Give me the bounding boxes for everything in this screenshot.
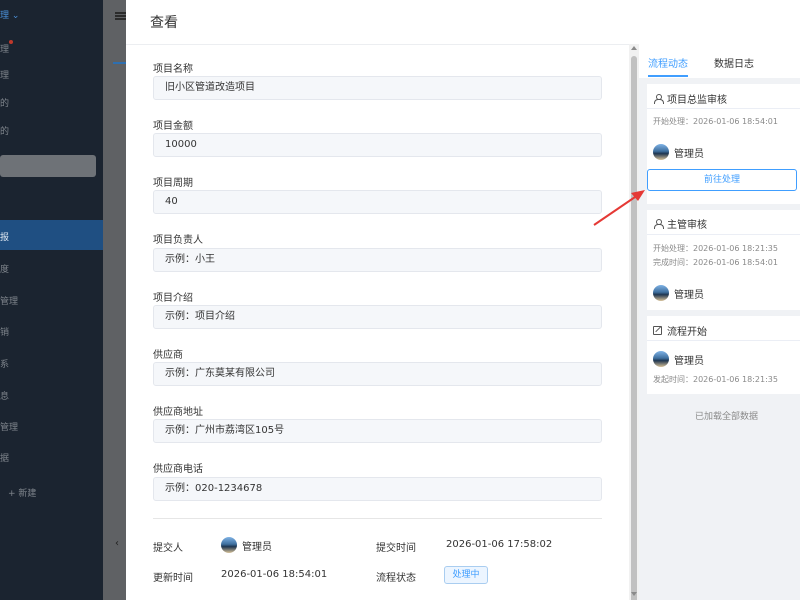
bg-menu-item: 系 bbox=[0, 360, 10, 370]
submit-time: 2026-01-06 17:58:02 bbox=[446, 539, 553, 550]
field-intro[interactable]: 示例：项目介绍 bbox=[153, 305, 602, 329]
background-sidebar: 理 ⌄ 理 理 的 的 报 度 管理 销 系 息 管理 据 + 新建 bbox=[0, 0, 103, 600]
step-user: 管理员 bbox=[653, 351, 704, 367]
card-divider bbox=[647, 234, 800, 235]
form-divider bbox=[153, 518, 602, 519]
bg-menu-active-item bbox=[0, 220, 103, 250]
bg-menu-item: 报 bbox=[0, 233, 10, 243]
step-card-process-start: 流程开始 管理员 发起时间：2026-01-06 18:21:35 bbox=[647, 316, 800, 394]
step-header: 项目总监审核 bbox=[653, 91, 727, 106]
bg-menu-item: 的 bbox=[0, 127, 10, 137]
step-header: 主管审核 bbox=[653, 216, 707, 231]
submitter-name: 管理员 bbox=[242, 541, 272, 553]
step-user-name: 管理员 bbox=[674, 355, 704, 367]
submitter: 管理员 bbox=[221, 537, 272, 553]
field-label-supplier: 供应商 bbox=[153, 350, 183, 361]
go-process-button[interactable]: 前往处理 bbox=[647, 169, 797, 191]
bg-new-button: + 新建 bbox=[8, 489, 37, 499]
bg-menu-collapse: 理 ⌄ bbox=[0, 11, 20, 21]
bg-menu-item: 息 bbox=[0, 392, 10, 402]
field-supplier-address[interactable]: 示例：广州市荔湾区105号 bbox=[153, 419, 602, 443]
field-label-supplier-phone: 供应商电话 bbox=[153, 464, 203, 475]
avatar bbox=[653, 144, 669, 160]
bg-menu-item: 度 bbox=[0, 265, 10, 275]
step-user: 管理员 bbox=[653, 144, 704, 160]
user-icon bbox=[653, 219, 664, 229]
load-complete-text: 已加载全部数据 bbox=[694, 412, 758, 422]
status-label: 流程状态 bbox=[376, 573, 416, 584]
panel-tabs: 流程动态 数据日志 bbox=[639, 44, 800, 78]
tab-active-indicator bbox=[648, 75, 688, 77]
step-user-name: 管理员 bbox=[674, 289, 704, 301]
field-period[interactable]: 40 bbox=[153, 190, 602, 214]
field-label-period: 项目周期 bbox=[153, 178, 193, 189]
form-scrollbar[interactable] bbox=[629, 44, 639, 600]
view-drawer: 查看 项目名称 旧小区管道改造项目 项目金额 10000 项目周期 40 项目负… bbox=[126, 0, 800, 600]
bg-menu-item: 理 bbox=[0, 45, 10, 55]
avatar bbox=[221, 537, 237, 553]
tab-data-log[interactable]: 数据日志 bbox=[714, 55, 754, 70]
field-supplier-phone[interactable]: 示例：020-1234678 bbox=[153, 477, 602, 501]
scroll-thumb[interactable] bbox=[631, 56, 637, 600]
field-label-supplier-address: 供应商地址 bbox=[153, 407, 203, 418]
step-title: 项目总监审核 bbox=[667, 95, 727, 106]
update-time-label: 更新时间 bbox=[153, 573, 193, 584]
card-divider bbox=[647, 340, 800, 341]
step-user: 管理员 bbox=[653, 285, 704, 301]
submit-time-label: 提交时间 bbox=[376, 543, 416, 554]
field-label-project-name: 项目名称 bbox=[153, 64, 193, 75]
scroll-down-arrow-icon[interactable] bbox=[631, 592, 637, 596]
process-panel: 流程动态 数据日志 项目总监审核 开始处理：2026-01-06 18:54:0… bbox=[639, 44, 800, 600]
bg-menu-item: 的 bbox=[0, 99, 10, 109]
card-divider bbox=[647, 108, 800, 109]
field-label-owner: 项目负责人 bbox=[153, 235, 203, 246]
finish-time: 完成时间：2026-01-06 18:54:01 bbox=[653, 258, 778, 267]
field-project-name[interactable]: 旧小区管道改造项目 bbox=[153, 76, 602, 100]
field-supplier[interactable]: 示例：广东莫某有限公司 bbox=[153, 362, 602, 386]
submitter-label: 提交人 bbox=[153, 543, 183, 554]
bg-menu-item: 管理 bbox=[0, 297, 19, 307]
avatar bbox=[653, 285, 669, 301]
step-user-name: 管理员 bbox=[674, 148, 704, 160]
field-amount[interactable]: 10000 bbox=[153, 133, 602, 157]
update-time: 2026-01-06 18:54:01 bbox=[221, 569, 328, 580]
bg-menu-item: 销 bbox=[0, 328, 10, 338]
start-time: 开始处理：2026-01-06 18:54:01 bbox=[653, 117, 778, 126]
bg-menu-highlight bbox=[0, 155, 96, 177]
drawer-title: 查看 bbox=[150, 15, 178, 31]
step-title: 主管审核 bbox=[667, 220, 707, 231]
step-card-manager-review: 主管审核 开始处理：2026-01-06 18:21:35 完成时间：2026-… bbox=[647, 210, 800, 310]
chevron-left-icon: ‹ bbox=[115, 538, 119, 549]
tab-process-flow[interactable]: 流程动态 bbox=[648, 55, 688, 70]
field-label-amount: 项目金额 bbox=[153, 121, 193, 132]
notification-dot bbox=[9, 40, 13, 44]
bg-menu-item: 管理 bbox=[0, 423, 19, 433]
step-title: 流程开始 bbox=[667, 327, 707, 338]
field-label-intro: 项目介绍 bbox=[153, 293, 193, 304]
user-icon bbox=[653, 94, 664, 104]
edit-icon bbox=[653, 326, 662, 335]
avatar bbox=[653, 351, 669, 367]
bg-menu-item: 理 bbox=[0, 71, 10, 81]
scroll-up-arrow-icon[interactable] bbox=[631, 46, 637, 50]
start-time: 开始处理：2026-01-06 18:21:35 bbox=[653, 244, 778, 253]
step-header: 流程开始 bbox=[653, 323, 707, 338]
annotation-arrow-icon bbox=[593, 190, 645, 226]
status-badge: 处理中 bbox=[444, 566, 488, 584]
field-owner[interactable]: 示例：小王 bbox=[153, 248, 602, 272]
launch-time: 发起时间：2026-01-06 18:21:35 bbox=[653, 375, 778, 384]
bg-menu-item: 据 bbox=[0, 454, 10, 464]
